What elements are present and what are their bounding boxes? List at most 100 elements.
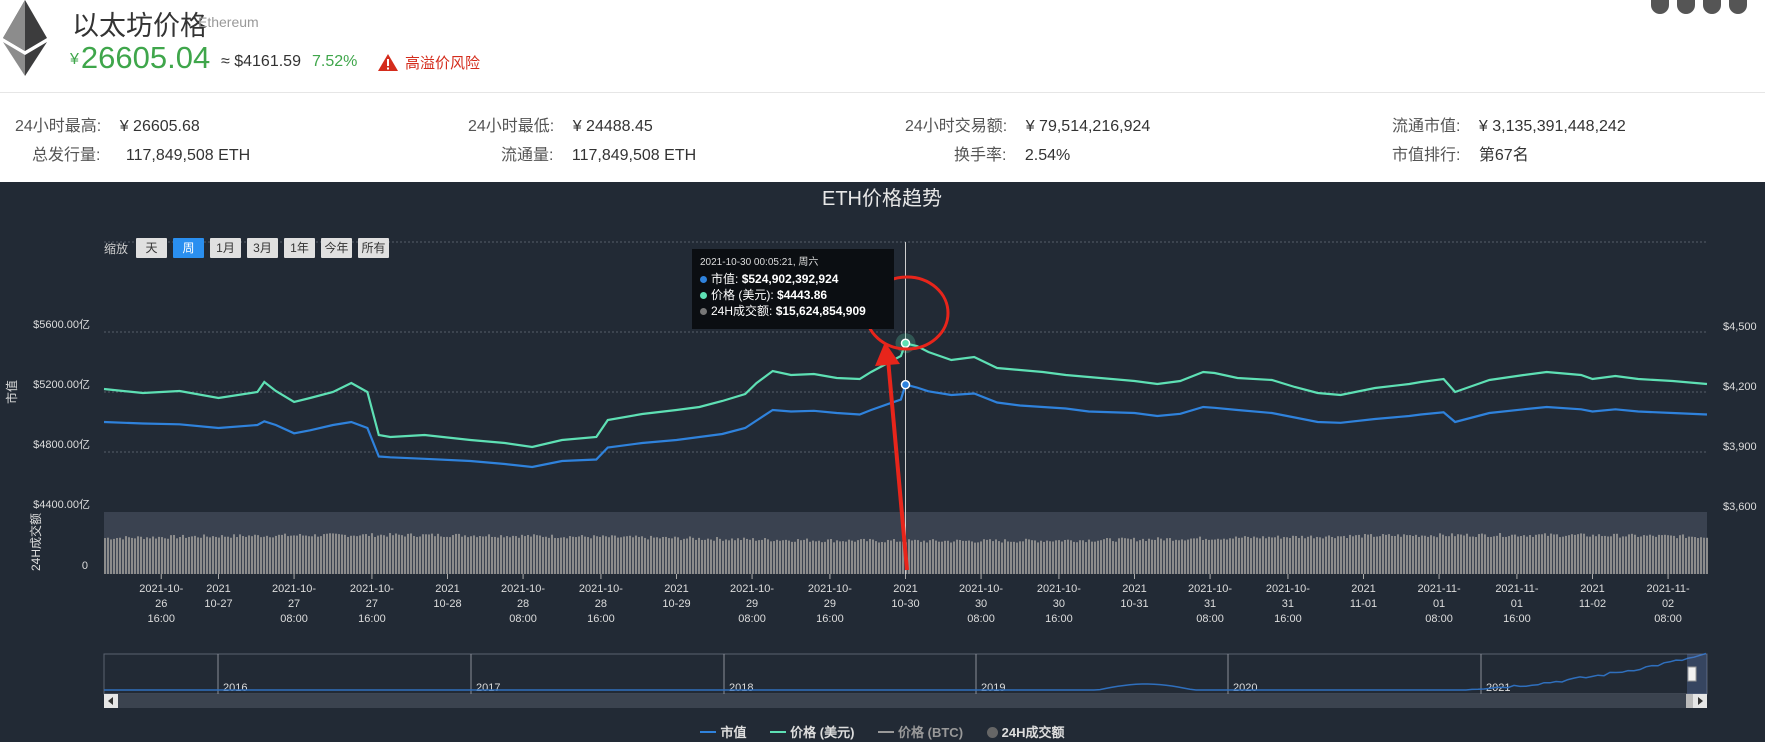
volume-bar [1619, 537, 1621, 574]
series-dot [700, 276, 707, 283]
x-tick-label: 2021 11-02 [1579, 583, 1606, 610]
volume-bar [1373, 536, 1375, 574]
volume-bar [398, 534, 400, 574]
volume-bar [914, 539, 916, 574]
legend-market-cap[interactable]: 市值 [700, 722, 747, 741]
volume-bar [533, 534, 535, 574]
volume-bar [257, 535, 259, 574]
volume-bar [797, 539, 799, 574]
x-tick-label: 2021 10-29 [662, 583, 690, 610]
volume-bar [1400, 536, 1402, 574]
volume-bar [287, 536, 289, 574]
range-button-all[interactable]: 所有 [358, 238, 389, 258]
legend-volume[interactable]: 24H成交额 [986, 722, 1065, 741]
volume-bar [1148, 538, 1150, 574]
chart-tooltip: 2021-10-30 00:05:21, 周六 市值: $524,902,392… [692, 249, 894, 329]
volume-bar [1097, 540, 1099, 574]
volume-bar [746, 538, 748, 574]
volume-bar [1319, 537, 1321, 574]
volume-bar [119, 537, 121, 574]
volume-bar [1244, 536, 1246, 574]
volume-bar [1583, 533, 1585, 574]
volume-bar [1142, 538, 1144, 574]
volume-bar [803, 539, 805, 574]
legend-marker [878, 731, 895, 733]
volume-bar [611, 535, 613, 574]
x-tick-label-line: 08:00 [738, 613, 766, 625]
stat-label: 24小时最高: [15, 118, 102, 135]
volume-bar [788, 540, 790, 574]
volume-bar [1334, 538, 1336, 574]
x-tick-label-line: 08:00 [280, 613, 308, 625]
legend-price-btc[interactable]: 价格 (BTC) [878, 722, 963, 741]
volume-bar [1121, 537, 1123, 574]
volume-bar [1184, 540, 1186, 574]
stat-label: 流通量: [501, 147, 554, 164]
volume-bar [1640, 536, 1642, 574]
volume-bar [1436, 537, 1438, 574]
volume-bar [818, 540, 820, 574]
volume-bar [131, 537, 133, 574]
volume-bar [827, 539, 829, 574]
volume-bar [614, 535, 616, 574]
volume-bar [197, 537, 199, 574]
volume-bar [650, 535, 652, 574]
volume-bar [1625, 536, 1627, 574]
volume-bar [443, 537, 445, 574]
y-right-tick-label: $4,200 [1723, 381, 1757, 393]
volume-bar [464, 535, 466, 574]
volume-bar [983, 539, 985, 574]
volume-bar [773, 541, 775, 574]
volume-bar [1127, 538, 1129, 574]
volume-bar [1379, 536, 1381, 574]
facebook-icon[interactable] [1677, 0, 1695, 14]
x-tick-label-line: 01 [1433, 598, 1445, 610]
volume-bar [1139, 540, 1141, 574]
volume-bar [176, 538, 178, 574]
volume-bar [104, 538, 106, 574]
volume-bar [527, 534, 529, 574]
range-button-week[interactable]: 周 [173, 238, 204, 258]
reddit-icon[interactable] [1729, 0, 1747, 14]
range-button-1y[interactable]: 1年 [284, 238, 315, 258]
stat-value: ¥ 26605.68 [119, 118, 200, 135]
volume-bar [1541, 534, 1543, 574]
tooltip-time: 2021-10-30 00:05:21, 周六 [700, 257, 819, 268]
range-button-1m[interactable]: 1月 [210, 238, 241, 258]
volume-bar [1556, 534, 1558, 574]
globe-icon[interactable] [1651, 0, 1669, 14]
volume-bar [314, 534, 316, 574]
volume-bar [686, 538, 688, 574]
volume-bar [1559, 537, 1561, 574]
volume-bar [677, 537, 679, 574]
volume-bar [1442, 534, 1444, 574]
volume-bar [203, 534, 205, 574]
volume-bar [386, 536, 388, 574]
volume-bar [1100, 540, 1102, 574]
legend-price-usd[interactable]: 价格 (美元) [770, 722, 854, 741]
volume-bar [245, 536, 247, 574]
volume-bar [1484, 534, 1486, 574]
legend-label: 市值 [720, 725, 747, 740]
volume-bar [1103, 539, 1105, 574]
volume-bar [620, 537, 622, 574]
volume-bar [1007, 541, 1009, 574]
range-button-3m[interactable]: 3月 [247, 238, 278, 258]
volume-bar [1088, 539, 1090, 574]
volume-bar [293, 535, 295, 574]
volume-bar [896, 541, 898, 574]
volume-bar [236, 537, 238, 574]
x-tick-label-line: 16:00 [1503, 613, 1531, 625]
range-button-ytd[interactable]: 今年 [321, 238, 352, 258]
x-tick-label-line: 29 [746, 598, 758, 610]
volume-bar [1166, 538, 1168, 574]
volume-bar [1094, 541, 1096, 574]
x-tick-label: 2021-10- 31 16:00 [1266, 583, 1310, 625]
risk-warning[interactable]: 高溢价风险 [377, 52, 480, 73]
navigator-handle [1687, 666, 1697, 682]
volume-bar [437, 533, 439, 574]
volume-bar [1634, 534, 1636, 574]
twitter-icon[interactable] [1703, 0, 1721, 14]
volume-bar [608, 537, 610, 574]
range-button-day[interactable]: 天 [136, 238, 167, 258]
